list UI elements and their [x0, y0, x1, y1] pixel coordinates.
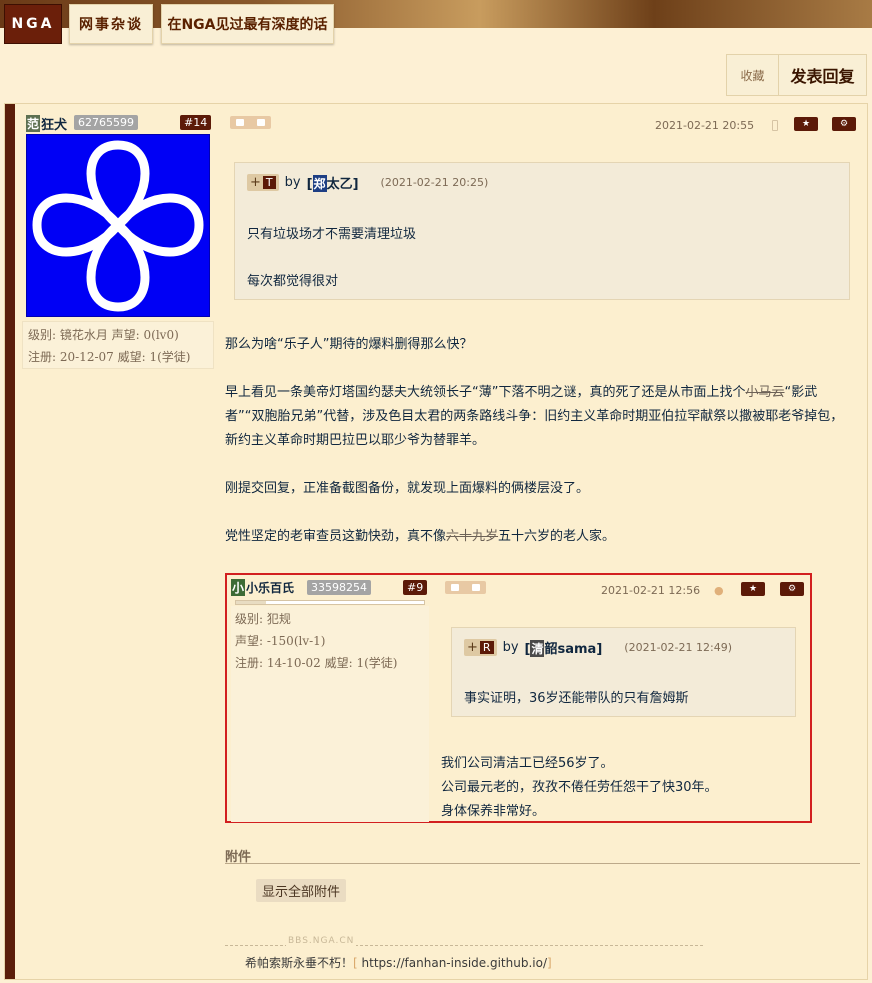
embedded-author-level: 级别: 犯规 [235, 612, 291, 626]
apple-icon: ● [714, 584, 724, 597]
embedded-post: 小 小乐百氏 33598254 #9 级别: 犯规 声望: -150(lv-1)… [225, 573, 812, 823]
embedded-quote-header: + R by [清韶sama] (2021-02-21 12:49) [464, 638, 732, 657]
floor-number[interactable]: #14 [180, 115, 212, 130]
embedded-line-1: 我们公司清洁工已经56岁了。 [441, 756, 614, 771]
show-all-attachments-button[interactable]: 显示全部附件 [256, 879, 347, 902]
author-badge: 范 [26, 115, 41, 132]
post-date: 2021-02-21 20:55 [655, 119, 755, 132]
embedded-author-badge: 小 [231, 579, 246, 596]
signature-text: 希帕索斯永垂不朽！ [245, 956, 354, 970]
thumb-down-icon[interactable] [471, 584, 480, 591]
embedded-line-3: 身体保养非常好。 [441, 804, 546, 819]
embedded-post-body: 我们公司清洁工已经56岁了。 公司最元老的，孜孜不倦任劳任怨干了快30年。 身体… [441, 752, 718, 824]
embedded-author-fame: 声望: -150(lv-1) [235, 634, 326, 648]
quote-user-badge: 清 [530, 640, 545, 657]
nga-logo[interactable]: NGA [4, 4, 62, 44]
embedded-author-register: 注册: 14-10-02 威望: 1(学徒) [235, 656, 398, 670]
quote-by: by [284, 175, 301, 190]
embedded-quote-text: 事实证明，36岁还能带队的只有詹姆斯 [464, 691, 689, 706]
embedded-author-info: 级别: 犯规 声望: -150(lv-1) 注册: 14-10-02 威望: 1… [231, 606, 429, 822]
quote-by: by [502, 640, 519, 655]
embedded-floor-number[interactable]: #9 [403, 580, 428, 595]
gear-icon[interactable]: ⚙ [780, 582, 804, 596]
embedded-post-date: 2021-02-21 12:56 [601, 584, 701, 597]
strikethrough-text: 六十九岁 [446, 529, 499, 544]
quote-date: (2021-02-21 12:49) [624, 641, 732, 654]
reply-button[interactable]: 发表回复 [779, 55, 866, 95]
post: 范 狂犬 62765599 #14 级别: 镜花水月 声望: 0(lv0) 注册… [4, 103, 868, 980]
post-paragraph-3: 刚提交回复，正准备截图备份，就发现上面爆料的俩楼层没了。 [225, 481, 590, 496]
signature: 希帕索斯永垂不朽！[ https://fanhan-inside.github.… [245, 956, 552, 970]
thumb-up-icon[interactable] [451, 584, 460, 591]
author-name[interactable]: 狂犬 [41, 114, 67, 133]
embedded-vote-buttons[interactable] [445, 581, 486, 594]
star-icon[interactable]: ★ [794, 117, 818, 131]
thumb-down-icon[interactable] [256, 119, 265, 126]
quote-user[interactable]: [郑太乙] [307, 173, 359, 192]
post-left-bar [5, 104, 15, 979]
author-info: 级别: 镜花水月 声望: 0(lv0) 注册: 20-12-07 威望: 1(学… [22, 321, 214, 369]
author-register: 注册: 20-12-07 威望: 1(学徒) [28, 350, 191, 364]
signature-link[interactable]: https://fanhan-inside.github.io/ [362, 956, 547, 970]
embedded-progress-bar [235, 600, 425, 605]
star-icon[interactable]: ★ [741, 582, 765, 596]
vote-buttons[interactable] [230, 116, 271, 129]
quote-date: (2021-02-21 20:25) [380, 176, 489, 189]
thumb-up-icon[interactable] [236, 119, 245, 126]
quote-block: + T by [郑太乙] (2021-02-21 20:25) 只有垃圾场才不需要… [234, 162, 850, 300]
author-level: 级别: 镜花水月 声望: 0(lv0) [28, 328, 179, 342]
embedded-author-name[interactable]: 小乐百氏 [246, 579, 294, 596]
quote-tag[interactable]: + T [247, 174, 279, 191]
quote-line-1: 只有垃圾场才不需要清理垃圾 [247, 227, 417, 242]
quote-user-badge: 郑 [312, 175, 327, 192]
quote-user[interactable]: [清韶sama] [525, 638, 602, 657]
quote-tag[interactable]: + R [464, 639, 497, 656]
post-paragraph-2: 早上看见一条美帝灯塔国约瑟夫大统领长子“薄”下落不明之谜，真的死了还是从市面上找… [225, 385, 844, 448]
breadcrumb-thread[interactable]: 在NGA见过最有深度的话 [161, 4, 334, 44]
strikethrough-text: 小马云 [745, 385, 785, 400]
embedded-author[interactable]: 小 小乐百氏 [231, 579, 294, 596]
post-paragraph-4: 党性坚定的老审查员这勤快劲，真不像六十九岁五十六岁的老人家。 [225, 529, 616, 544]
thread-action-bar: 收藏 发表回复 [726, 54, 867, 96]
author-uid: 62765599 [74, 115, 138, 130]
mobile-icon [772, 120, 778, 131]
attachments-divider [225, 863, 860, 864]
embedded-quote-block: + R by [清韶sama] (2021-02-21 12:49) 事实证明，3… [451, 627, 796, 717]
clover-icon [32, 140, 204, 312]
quote-line-2: 每次都觉得很对 [247, 274, 339, 289]
avatar [26, 134, 210, 317]
breadcrumb-board[interactable]: 网事杂谈 [69, 4, 153, 44]
embedded-line-2: 公司最元老的，孜孜不倦任劳任怨干了快30年。 [441, 780, 718, 795]
post-paragraph-1: 那么为啥“乐子人”期待的爆料删得那么快？ [225, 337, 473, 352]
quote-header: + T by [郑太乙] (2021-02-21 20:25) [247, 173, 488, 192]
watermark: BBS.NGA.CN [286, 936, 357, 946]
post-author[interactable]: 范 狂犬 [26, 114, 67, 133]
favorite-button[interactable]: 收藏 [727, 55, 779, 95]
embedded-author-uid: 33598254 [307, 580, 371, 595]
gear-icon[interactable]: ⚙ [832, 117, 856, 131]
